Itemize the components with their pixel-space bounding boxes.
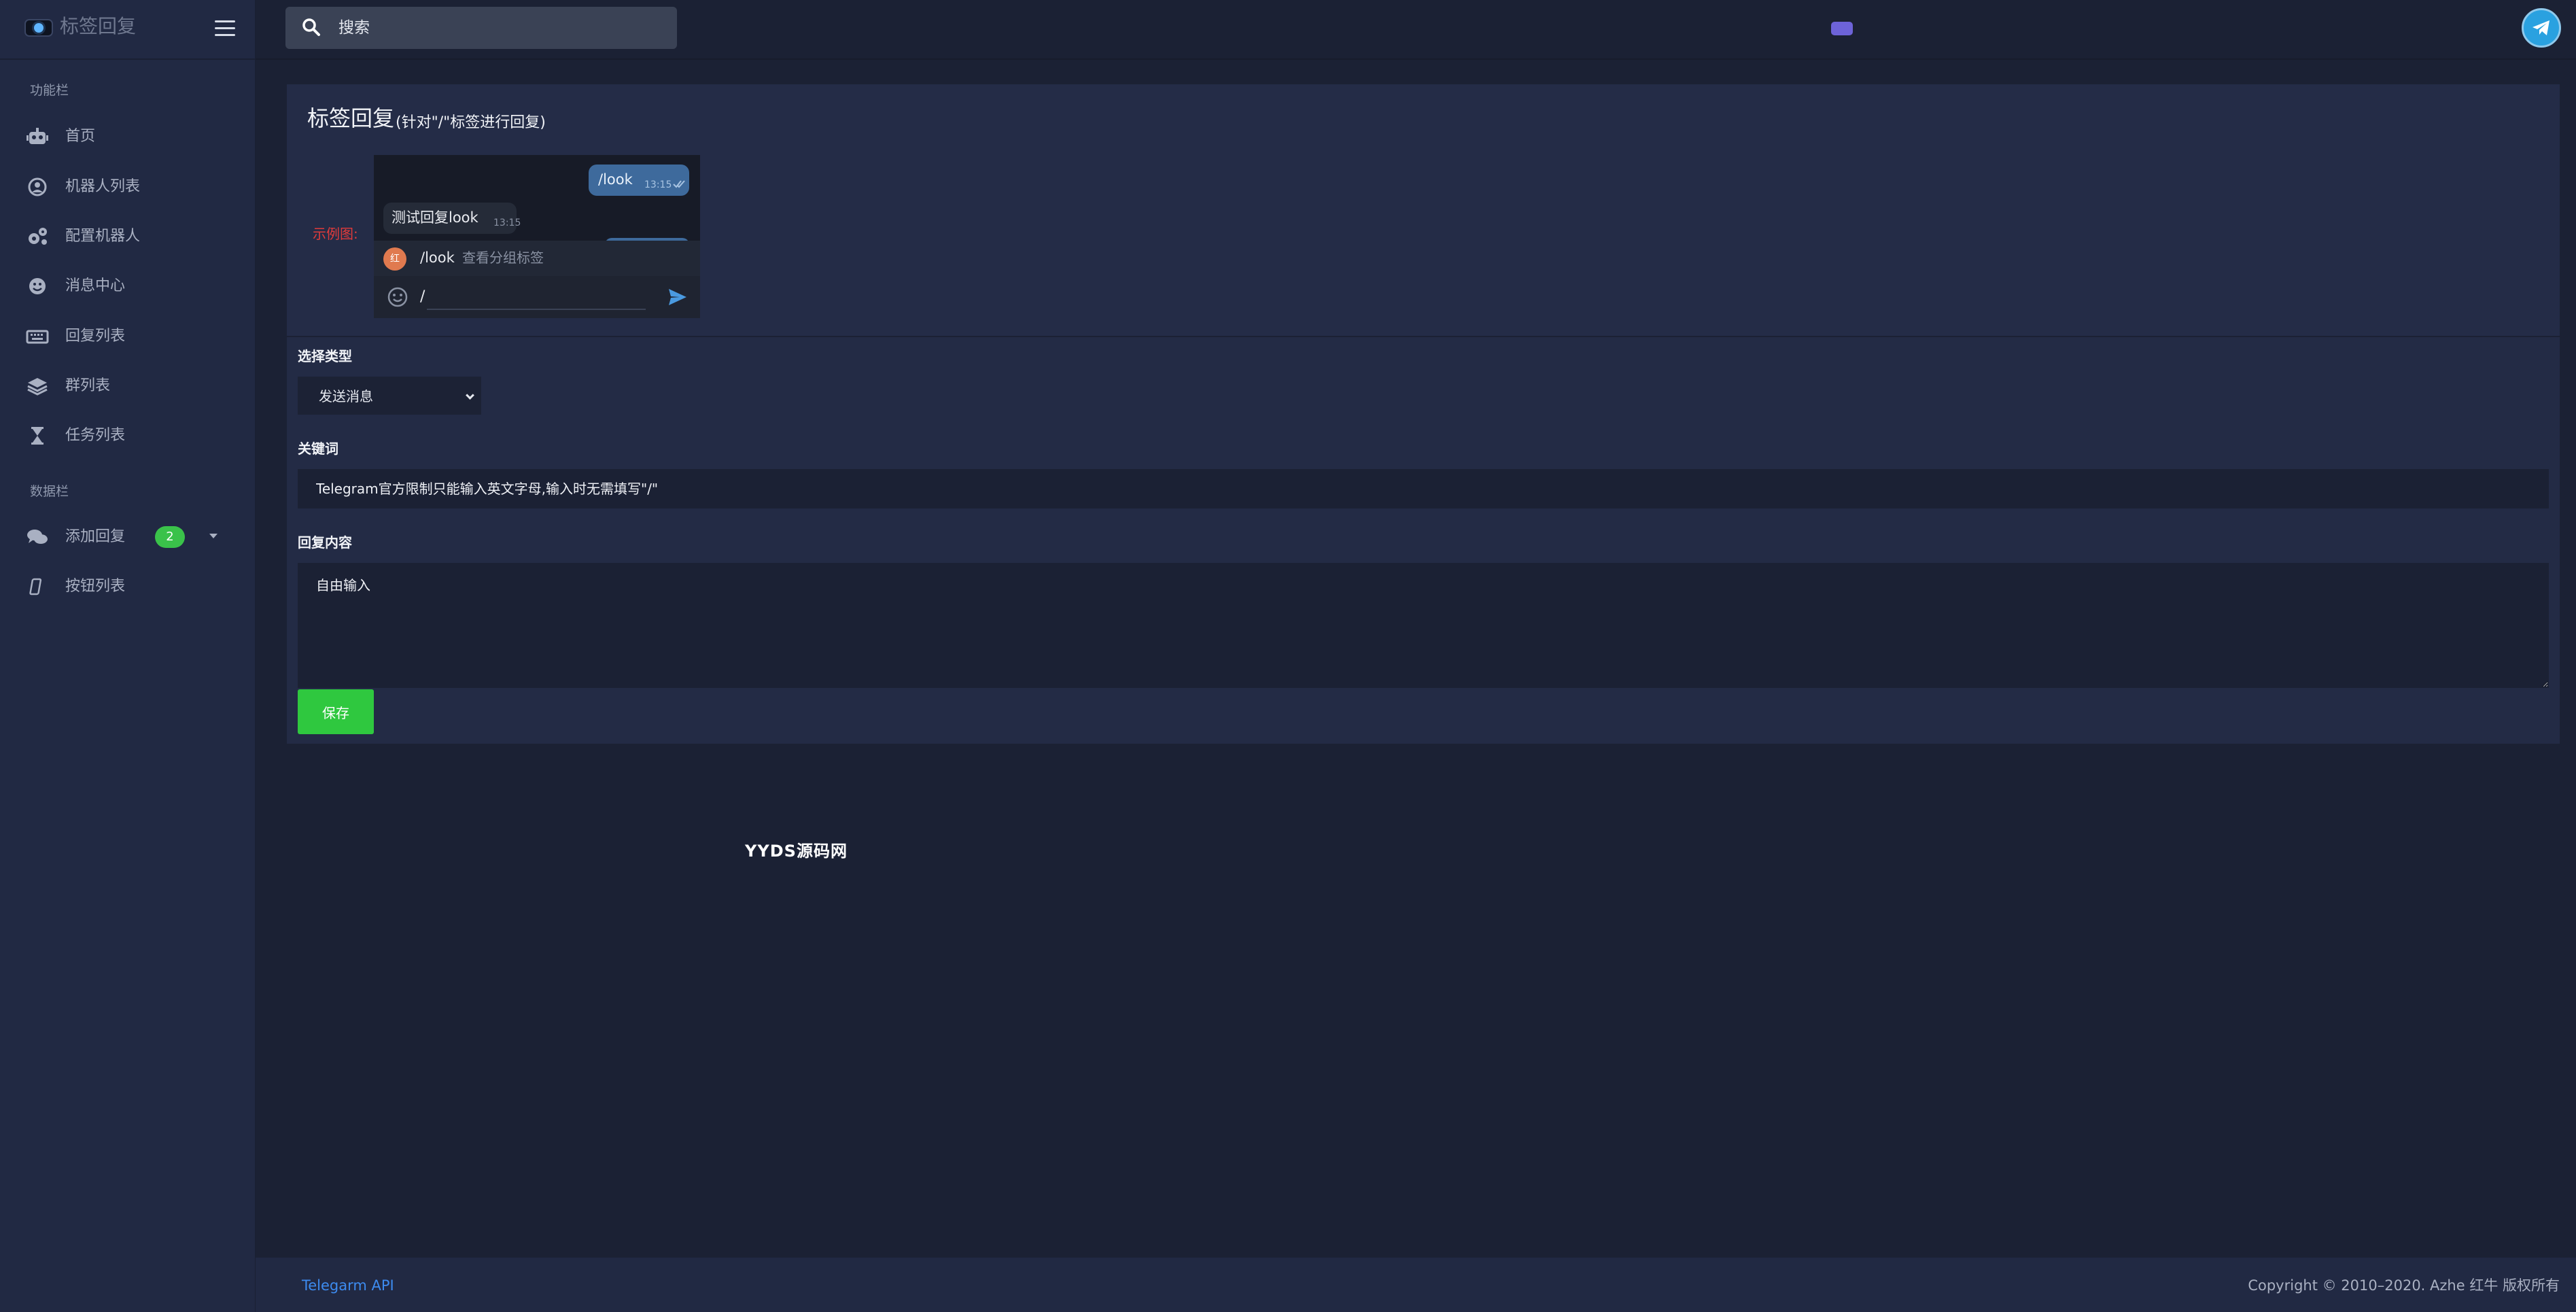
topbar <box>256 0 2576 60</box>
double-check-icon <box>673 178 686 191</box>
emoji-icon <box>386 286 409 309</box>
sidebar-item-reply-list[interactable]: 回复列表 <box>0 313 256 360</box>
section-label-data: 数据栏 <box>30 484 69 499</box>
outgoing-message-text: /look <box>598 171 633 188</box>
user-circle-icon <box>26 176 49 198</box>
sidebar-item-label: 消息中心 <box>65 277 126 294</box>
keyboard-icon <box>26 326 49 347</box>
reply-label: 回复内容 <box>298 534 352 551</box>
compose-bar: / <box>374 276 700 318</box>
example-label: 示例图: <box>313 226 358 242</box>
keyword-input[interactable] <box>298 469 2549 508</box>
type-select-value: 发送消息 <box>319 388 373 404</box>
sidebar-item-label: 任务列表 <box>65 427 126 444</box>
section-label-features: 功能栏 <box>30 83 69 98</box>
smile-icon <box>26 275 49 297</box>
menu-toggle-icon[interactable] <box>213 16 237 41</box>
search-icon <box>302 18 321 37</box>
sidebar-item-label: 群列表 <box>65 377 111 394</box>
chevron-down-icon <box>466 391 474 400</box>
hourglass-icon <box>26 425 49 447</box>
telegram-icon[interactable] <box>2522 8 2561 48</box>
sidebar-item-task-list[interactable]: 任务列表 <box>0 412 256 460</box>
search-box[interactable] <box>285 7 677 49</box>
sidebar-item-group-list[interactable]: 群列表 <box>0 362 256 410</box>
count-badge: 2 <box>155 526 185 548</box>
type-label: 选择类型 <box>298 348 352 364</box>
mobile-icon <box>26 576 49 598</box>
status-indicator <box>1831 22 1853 35</box>
example-image: /look 13:15 测试回复look 13:15 红 /look 查看分组标… <box>374 155 700 318</box>
incoming-message-text: 测试回复look <box>391 209 478 226</box>
reply-content-textarea[interactable] <box>298 563 2549 688</box>
sidebar: 标签回复 功能栏 首页 机器人列表 配置机器人 消息中心 回复列表 群列表 任务… <box>0 0 256 1312</box>
layers-icon <box>26 375 49 397</box>
avatar: 红 <box>383 247 406 271</box>
footer: Telegarm API Copyright © 2010–2020. Azhe… <box>256 1258 2576 1312</box>
sidebar-item-configure-robot[interactable]: 配置机器人 <box>0 213 256 260</box>
incoming-message-time: 13:15 <box>493 218 521 228</box>
copyright-text: Copyright © 2010–2020. Azhe 红牛 版权所有 <box>2248 1277 2560 1294</box>
sidebar-item-label: 首页 <box>65 128 96 145</box>
comments-icon <box>26 526 49 548</box>
sidebar-item-label: 回复列表 <box>65 328 126 345</box>
sidebar-item-home[interactable]: 首页 <box>0 113 256 160</box>
send-icon <box>667 287 688 307</box>
sidebar-item-label: 配置机器人 <box>65 228 141 245</box>
outgoing-message: /look 13:15 <box>589 165 689 196</box>
command-description: 查看分组标签 <box>462 249 544 266</box>
type-select[interactable]: 发送消息 <box>298 377 481 415</box>
page-title: 标签回复 <box>307 105 395 131</box>
command-suggestion: 红 /look 查看分组标签 <box>374 241 700 276</box>
sidebar-item-add-reply[interactable]: 添加回复 2 <box>0 513 256 561</box>
page-subtitle: (针对"/"标签进行回复) <box>396 114 546 131</box>
incoming-message: 测试回复look 13:15 <box>383 203 521 234</box>
telegram-api-link[interactable]: Telegarm API <box>302 1275 394 1296</box>
keyword-label: 关键词 <box>298 441 338 457</box>
sidebar-item-label: 按钮列表 <box>65 578 126 595</box>
watermark: YYDS源码网 <box>745 842 848 861</box>
sidebar-item-label: 机器人列表 <box>65 178 141 195</box>
command-name: /look <box>420 249 455 266</box>
divider <box>427 309 646 310</box>
outgoing-message-time: 13:15 <box>644 179 672 190</box>
logo-icon <box>24 19 53 37</box>
sidebar-item-button-list[interactable]: 按钮列表 <box>0 563 256 610</box>
robot-icon <box>26 126 49 148</box>
save-button[interactable]: 保存 <box>298 689 374 734</box>
search-input[interactable] <box>338 15 665 41</box>
compose-text: / <box>420 288 425 305</box>
sidebar-item-robot-list[interactable]: 机器人列表 <box>0 163 256 211</box>
caret-down-icon <box>209 534 217 538</box>
sidebar-item-message-center[interactable]: 消息中心 <box>0 262 256 310</box>
brand: 标签回复 <box>0 0 256 60</box>
sidebar-item-label: 添加回复 <box>65 528 126 545</box>
gears-icon <box>26 226 49 247</box>
app-title: 标签回复 <box>60 15 137 37</box>
